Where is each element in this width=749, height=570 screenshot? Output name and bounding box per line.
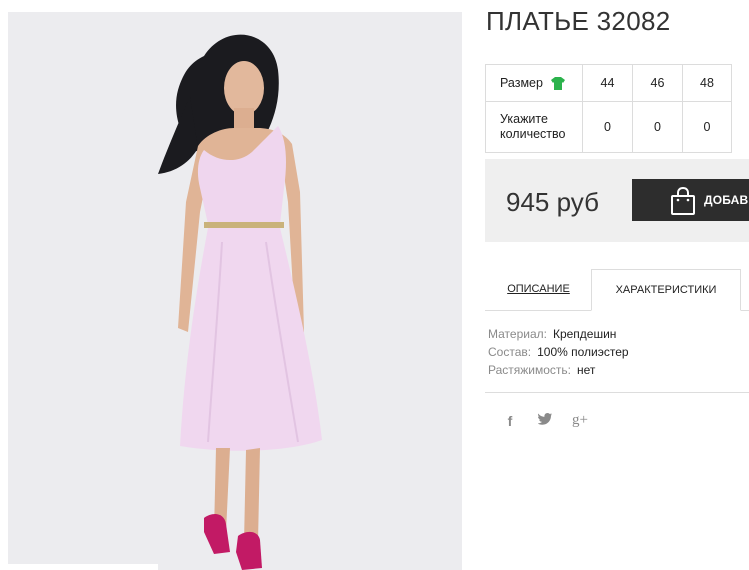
size-cell[interactable]: 48 (682, 64, 732, 102)
social-share: f g+ (500, 412, 590, 429)
tab-bar: ОПИСАНИЕ ХАРАКТЕРИСТИКИ (485, 269, 749, 311)
size-cell[interactable]: 44 (582, 64, 633, 102)
add-to-cart-label: ДОБАВИ (704, 193, 749, 207)
spec-value: Крепдешин (552, 327, 617, 341)
product-title: ПЛАТЬЕ 32082 (486, 6, 671, 36)
tab-characteristics-label: ХАРАКТЕРИСТИКИ (615, 284, 717, 296)
spec-row: Материал: Крепдешин (488, 325, 629, 343)
quantity-input[interactable]: 0 (632, 101, 683, 153)
dress-photo-illustration (8, 12, 462, 570)
quantity-row: Укажите количество 0 0 0 (485, 101, 732, 153)
product-photo[interactable] (8, 12, 462, 570)
size-row: Размер 44 46 48 (485, 64, 732, 102)
quantity-input[interactable]: 0 (582, 101, 633, 153)
divider (485, 392, 749, 393)
spec-value: 100% полиэстер (537, 345, 629, 359)
add-to-cart-button[interactable]: ДОБАВИ (632, 179, 749, 221)
quantity-input[interactable]: 0 (682, 101, 732, 153)
tab-characteristics[interactable]: ХАРАКТЕРИСТИКИ (591, 269, 741, 311)
spec-label: Материал: (488, 327, 547, 341)
spec-label: Растяжимость: (488, 363, 572, 377)
spec-label: Состав: (488, 345, 532, 359)
spec-value: нет (577, 363, 596, 377)
tab-description[interactable]: ОПИСАНИЕ (485, 269, 592, 310)
twitter-bird-shape (537, 413, 552, 425)
twitter-icon[interactable] (535, 413, 555, 428)
tshirt-icon (551, 77, 566, 91)
spec-row: Состав: 100% полиэстер (488, 343, 629, 361)
price: 945 руб (506, 187, 599, 217)
shopping-bag-icon (671, 187, 695, 215)
facebook-icon[interactable]: f (500, 413, 520, 429)
size-quantity-table: Размер 44 46 48 Укажите количество 0 0 0 (485, 64, 732, 153)
size-cell[interactable]: 46 (632, 64, 683, 102)
google-plus-icon[interactable]: g+ (570, 412, 590, 429)
specs-list: Материал: Крепдешин Состав: 100% полиэстер… (488, 325, 629, 379)
tab-description-label: ОПИСАНИЕ (507, 283, 570, 295)
spec-row: Растяжимость: нет (488, 361, 629, 379)
quantity-label: Укажите количество (485, 101, 583, 153)
price-bar: 945 руб ДОБАВИ (485, 159, 749, 242)
size-label: Размер (500, 75, 543, 90)
size-label-cell: Размер (485, 64, 583, 102)
